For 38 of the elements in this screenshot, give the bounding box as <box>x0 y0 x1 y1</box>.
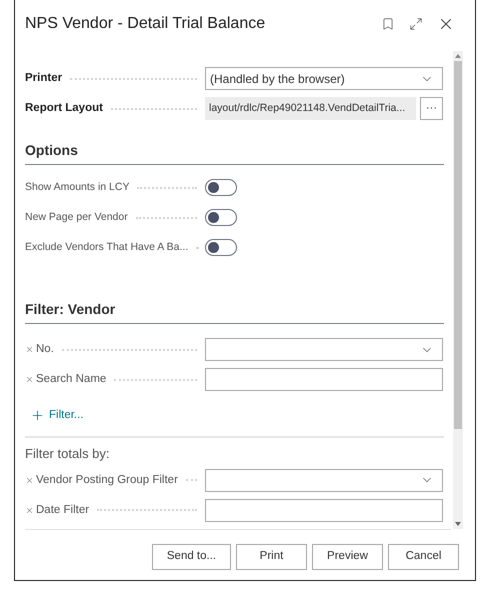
remove-icon[interactable] <box>25 476 34 485</box>
field-label: Date Filter <box>36 502 90 518</box>
scrollbar[interactable] <box>453 51 463 529</box>
field-label: Printer <box>25 70 62 86</box>
dropdown-field[interactable] <box>205 338 443 361</box>
remove-icon[interactable] <box>25 345 34 354</box>
field-label: Search Name <box>36 372 106 387</box>
scroll-up-icon[interactable] <box>455 54 461 58</box>
scrollbar-thumb[interactable] <box>454 61 462 429</box>
field-label: Vendor Posting Group Filter <box>36 472 178 488</box>
dialog-button[interactable]: Print <box>236 544 307 570</box>
bookmark-icon[interactable] <box>381 16 395 30</box>
dropdown-field[interactable]: (Handled by the browser) <box>205 67 443 90</box>
input-field[interactable] <box>205 498 443 522</box>
dialog-button[interactable]: Send to... <box>152 544 231 570</box>
toggle-label: Show Amounts in LCY <box>25 180 130 195</box>
field-label: Report Layout <box>25 100 103 116</box>
add-filter-link[interactable]: Filter... <box>30 407 84 424</box>
scroll-down-icon[interactable] <box>455 522 461 526</box>
dropdown-field[interactable] <box>205 468 443 492</box>
section-heading: Filter totals by: <box>25 445 111 464</box>
section-heading: Filter: Vendor <box>25 299 444 324</box>
remove-icon[interactable] <box>25 375 34 384</box>
dialog-button[interactable]: Cancel <box>388 544 459 570</box>
input-field[interactable] <box>205 368 443 391</box>
expand-icon[interactable] <box>409 16 423 30</box>
more-button[interactable]: ··· <box>420 97 443 120</box>
toggle-switch[interactable] <box>205 179 237 196</box>
field-label: No. <box>36 342 54 357</box>
dialog-button[interactable]: Preview <box>312 544 383 570</box>
readonly-field: layout/rdlc/Rep49021148.VendDetailTria... <box>205 97 416 120</box>
section-heading: Options <box>25 140 444 165</box>
toggle-switch[interactable] <box>205 209 237 226</box>
toggle-switch[interactable] <box>205 239 237 256</box>
remove-icon[interactable] <box>25 506 34 515</box>
toggle-label: Exclude Vendors That Have A Ba... <box>25 240 188 255</box>
toggle-label: New Page per Vendor <box>25 210 128 225</box>
window-title: NPS Vendor - Detail Trial Balance <box>25 14 266 34</box>
